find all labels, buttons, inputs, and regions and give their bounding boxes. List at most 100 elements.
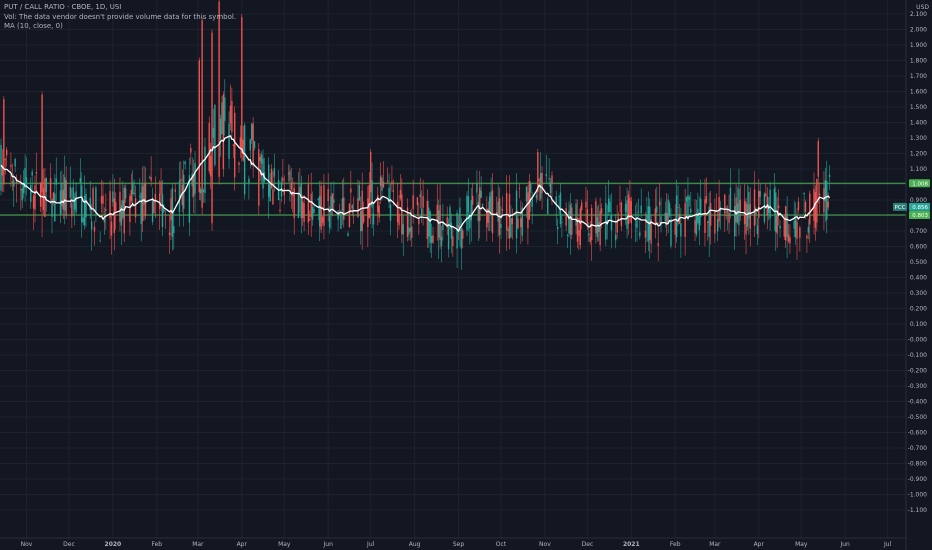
time-tick-label: Mar	[709, 541, 721, 548]
candle-body	[318, 195, 321, 227]
candle-body	[806, 235, 808, 239]
candle-body	[303, 203, 305, 223]
candle-body	[14, 159, 16, 167]
candle-body	[547, 198, 549, 214]
candle-body	[4, 159, 6, 160]
candle-body	[759, 191, 761, 197]
candle-body	[79, 178, 82, 183]
price-tick-label: -1.100	[908, 507, 928, 514]
candle-body	[688, 197, 691, 200]
time-axis[interactable]: Nov Dec 2020 Feb Mar Apr May Jun Jul Aug Sep Oct Nov…	[0, 537, 906, 548]
candle-body	[675, 195, 678, 238]
candle-body	[429, 211, 431, 243]
candle-body	[392, 190, 395, 192]
time-tick-label: Dec	[582, 541, 594, 548]
candle-body	[437, 210, 440, 238]
candle-body	[170, 198, 172, 221]
candle-body	[430, 235, 433, 243]
candle-body	[99, 240, 101, 242]
candle-body	[476, 183, 478, 193]
time-tick-label: May	[278, 541, 291, 548]
candle-body	[358, 185, 361, 201]
candle-body	[569, 204, 572, 235]
candle-body	[20, 189, 22, 191]
candle-body	[81, 185, 83, 222]
candle-body	[174, 189, 176, 192]
candle-body	[11, 181, 14, 184]
candle-body	[510, 218, 512, 238]
chart-canvas[interactable]: USD2.100 2.000 1.900 1.800 1.700 1.600 1.500 1.…	[0, 0, 932, 550]
candle-body	[260, 154, 263, 164]
candle-body	[149, 176, 151, 178]
candle-body	[432, 235, 434, 243]
candle-body	[41, 94, 43, 193]
candle-body	[694, 220, 696, 233]
candle-body	[460, 227, 463, 249]
price-tick-label: 1.600	[910, 89, 927, 96]
price-axis[interactable]: USD2.100 2.000 1.900 1.800 1.700 1.600 1.500 1.…	[905, 0, 929, 550]
candle-body	[34, 185, 36, 210]
candle-body	[490, 191, 492, 213]
symbol-title[interactable]: PUT / CALL RATIO · CBOE, 1D, USI	[4, 3, 236, 13]
candle-body	[823, 188, 825, 213]
candle-body	[765, 193, 767, 196]
time-tick-label: 2021	[623, 541, 640, 548]
candle-body	[561, 222, 563, 224]
candle-body	[252, 123, 254, 167]
candle-body	[378, 205, 380, 218]
time-tick-label: Feb	[151, 541, 162, 548]
price-tick-label: 0.600	[910, 244, 927, 251]
candle-body	[627, 194, 630, 225]
candlestick-series	[0, 0, 831, 270]
level-price-tag-label: 0.803	[912, 213, 928, 219]
candle-body	[328, 215, 331, 228]
price-tick-label: 1.200	[910, 151, 927, 158]
candle-body	[449, 207, 451, 225]
candle-body	[243, 125, 246, 195]
price-tick-label: 0.100	[910, 321, 927, 328]
candle-body	[313, 209, 315, 214]
level-price-tag-label: 1.008	[912, 181, 928, 187]
candle-body	[585, 201, 587, 208]
candle-body	[164, 214, 167, 216]
candle-body	[290, 182, 293, 190]
candle-body	[161, 194, 164, 227]
candle-body	[629, 197, 631, 218]
price-tick-label: 0.200	[910, 306, 927, 313]
candle-body	[402, 224, 404, 235]
candle-body	[746, 204, 749, 227]
candle-body	[113, 198, 116, 233]
candle-body	[258, 149, 260, 206]
ma-indicator-label[interactable]: MA (10, close, 0)	[4, 22, 236, 32]
candle-body	[409, 228, 412, 232]
candle-body	[551, 175, 553, 184]
candle-body	[789, 237, 791, 244]
candle-body	[803, 192, 805, 195]
candle-body	[739, 200, 742, 212]
candle-body	[194, 162, 196, 194]
candle-body	[202, 189, 205, 193]
candle-body	[151, 199, 154, 222]
candle-body	[717, 219, 719, 232]
candle-body	[321, 216, 324, 223]
candle-body	[251, 124, 253, 140]
candle-body	[799, 227, 801, 238]
candle-body	[450, 222, 453, 239]
candle-body	[565, 208, 567, 226]
candle-body	[776, 214, 778, 234]
candle-body	[139, 196, 141, 197]
candle-body	[670, 219, 672, 247]
candle-body	[728, 212, 730, 223]
candle-body	[32, 195, 35, 209]
candle-body	[511, 218, 514, 225]
candle-body	[491, 190, 494, 234]
price-tick-label: 2.000	[910, 27, 927, 34]
candle-body	[518, 188, 521, 189]
candle-body	[796, 221, 798, 239]
candle-body	[758, 190, 760, 218]
candle-body	[695, 213, 698, 235]
candle-body	[282, 177, 284, 182]
candle-body	[140, 192, 142, 225]
candle-body	[620, 202, 623, 227]
candle-body	[341, 198, 344, 211]
